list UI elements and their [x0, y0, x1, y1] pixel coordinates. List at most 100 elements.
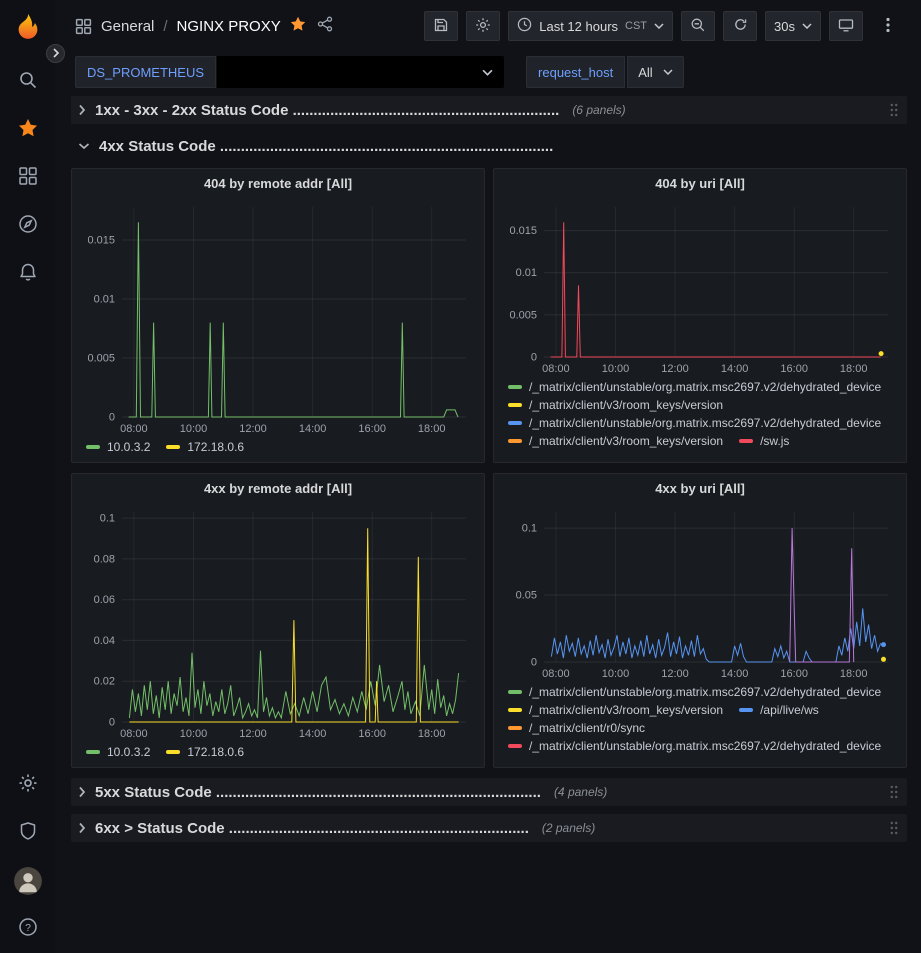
legend-item[interactable]: /api/live/ws — [739, 703, 819, 717]
legend-item[interactable]: /_matrix/client/unstable/org.matrix.msc2… — [508, 416, 881, 430]
request-host-select[interactable]: All — [627, 56, 683, 88]
sidebar-item-dashboards[interactable] — [0, 154, 55, 202]
legend-item[interactable]: /_matrix/client/r0/sync — [508, 721, 645, 735]
legend-item[interactable]: /_matrix/client/unstable/org.matrix.msc2… — [508, 380, 881, 394]
chevron-right-icon — [78, 104, 86, 116]
legend-item[interactable]: 172.18.0.6 — [166, 440, 244, 454]
tv-mode-button[interactable] — [829, 11, 863, 41]
panel-legend: 10.0.3.2 172.18.0.6 — [72, 742, 484, 767]
legend-item[interactable]: /_matrix/client/unstable/org.matrix.msc2… — [508, 739, 881, 753]
series-color-swatch — [739, 708, 753, 712]
zoom-out-button[interactable] — [681, 11, 715, 41]
refresh-interval-label: 30s — [774, 19, 795, 34]
sidebar-item-alerting[interactable] — [0, 250, 55, 298]
svg-text:14:00: 14:00 — [721, 363, 749, 375]
panel-title[interactable]: 404 by remote addr [All] — [72, 169, 484, 197]
dashboard-variables-bar: DS_PROMETHEUS request_host All — [55, 52, 921, 92]
datasource-variable-label: DS_PROMETHEUS — [75, 56, 216, 88]
chevron-down-icon — [78, 142, 90, 150]
series-color-swatch — [508, 726, 522, 730]
legend-item[interactable]: 10.0.3.2 — [86, 745, 150, 759]
series-color-swatch — [86, 750, 100, 754]
row-drag-handle-icon[interactable] — [889, 784, 899, 800]
request-host-variable-label: request_host — [526, 56, 625, 88]
chart-area: 08:0010:0012:0014:0016:0018:0000.0050.01… — [72, 197, 484, 437]
save-dashboard-button[interactable] — [424, 11, 458, 41]
variable-request-host: request_host All — [526, 56, 684, 88]
refresh-button[interactable] — [723, 11, 757, 41]
dashboard-settings-button[interactable] — [466, 11, 500, 41]
series-color-swatch — [739, 439, 753, 443]
grafana-logo-icon[interactable] — [11, 10, 45, 44]
favorite-star-button[interactable] — [290, 16, 306, 36]
row-1xx-3xx-2xx-status-code[interactable]: 1xx - 3xx - 2xx Status Code ............… — [71, 96, 907, 124]
sidebar-item-security[interactable] — [0, 809, 55, 857]
legend-item[interactable]: 10.0.3.2 — [86, 440, 150, 454]
panel-404-by-uri: 404 by uri [All] 08:0010:0012:0014:0016:… — [493, 168, 907, 463]
svg-text:0: 0 — [531, 352, 537, 364]
series-name: /_matrix/client/unstable/org.matrix.msc2… — [529, 685, 881, 699]
svg-text:0: 0 — [109, 412, 115, 424]
datasource-select[interactable] — [217, 56, 504, 88]
panel-legend: /_matrix/client/unstable/org.matrix.msc2… — [494, 377, 906, 462]
svg-text:18:00: 18:00 — [840, 668, 868, 680]
panel-404-by-remote-addr: 404 by remote addr [All] 08:0010:0012:00… — [71, 168, 485, 463]
chevron-right-icon — [78, 786, 86, 798]
time-range-picker[interactable]: Last 12 hours CST — [508, 11, 673, 41]
legend-item[interactable]: /_matrix/client/unstable/org.matrix.msc2… — [508, 685, 881, 699]
svg-text:18:00: 18:00 — [418, 728, 446, 740]
series-color-swatch — [508, 439, 522, 443]
svg-text:0.1: 0.1 — [522, 523, 537, 535]
dashboard-toolbar: General / NGINX PROXY — [55, 0, 921, 52]
dashboard-title: NGINX PROXY — [177, 18, 281, 35]
series-color-swatch — [166, 750, 180, 754]
more-options-button[interactable] — [871, 11, 905, 41]
sidebar-item-explore[interactable] — [0, 202, 55, 250]
time-series-chart: 08:0010:0012:0014:0016:0018:0000.0050.01… — [76, 197, 480, 437]
svg-text:08:00: 08:00 — [120, 728, 148, 740]
chart-area: 08:0010:0012:0014:0016:0018:0000.050.1 — [494, 502, 906, 682]
series-color-swatch — [508, 421, 522, 425]
row-5xx-status-code[interactable]: 5xx Status Code ........................… — [71, 778, 907, 806]
legend-item[interactable]: /_matrix/client/v3/room_keys/version — [508, 703, 723, 717]
svg-text:10:00: 10:00 — [180, 728, 208, 740]
sidebar-item-settings[interactable] — [0, 761, 55, 809]
svg-text:10:00: 10:00 — [180, 423, 208, 435]
panel-legend: /_matrix/client/unstable/org.matrix.msc2… — [494, 682, 906, 767]
legend-item[interactable]: /_matrix/client/v3/room_keys/version — [508, 398, 723, 412]
row-drag-handle-icon[interactable] — [889, 102, 899, 118]
shield-icon — [18, 821, 38, 846]
legend-item[interactable]: /sw.js — [739, 434, 789, 448]
row-title: 5xx Status Code ........................… — [95, 784, 541, 801]
panel-title[interactable]: 404 by uri [All] — [494, 169, 906, 197]
series-color-swatch — [166, 445, 180, 449]
row-6xx-status-code[interactable]: 6xx > Status Code ......................… — [71, 814, 907, 842]
sidebar-item-profile[interactable] — [0, 857, 55, 905]
panel-title[interactable]: 4xx by uri [All] — [494, 474, 906, 502]
series-name: 172.18.0.6 — [187, 745, 244, 759]
panel-title[interactable]: 4xx by remote addr [All] — [72, 474, 484, 502]
sidebar-item-help[interactable]: ? — [0, 905, 55, 953]
panel-4xx-by-remote-addr: 4xx by remote addr [All] 08:0010:0012:00… — [71, 473, 485, 768]
legend-item[interactable]: 172.18.0.6 — [166, 745, 244, 759]
grid-icon — [18, 166, 38, 191]
row-4xx-status-code[interactable]: 4xx Status Code ........................… — [71, 132, 907, 160]
save-icon — [433, 17, 449, 36]
time-series-chart: 08:0010:0012:0014:0016:0018:0000.050.1 — [498, 502, 902, 682]
breadcrumb-folder[interactable]: General — [101, 18, 154, 35]
sidebar-item-search[interactable] — [0, 58, 55, 106]
time-range-label: Last 12 hours — [539, 19, 618, 34]
help-icon: ? — [18, 917, 38, 942]
refresh-interval-select[interactable]: 30s — [765, 11, 821, 41]
request-host-value: All — [638, 65, 652, 80]
chart-area: 08:0010:0012:0014:0016:0018:0000.020.040… — [72, 502, 484, 742]
sidebar-item-starred[interactable] — [0, 106, 55, 154]
series-name: /_matrix/client/unstable/org.matrix.msc2… — [529, 739, 881, 753]
legend-item[interactable]: /_matrix/client/v3/room_keys/version — [508, 434, 723, 448]
variable-datasource: DS_PROMETHEUS — [75, 56, 504, 88]
apps-icon — [75, 18, 92, 35]
share-button[interactable] — [317, 16, 333, 36]
dashboard-canvas: 1xx - 3xx - 2xx Status Code ............… — [55, 92, 921, 953]
sidebar-expand-button[interactable] — [46, 44, 65, 63]
row-drag-handle-icon[interactable] — [889, 820, 899, 836]
